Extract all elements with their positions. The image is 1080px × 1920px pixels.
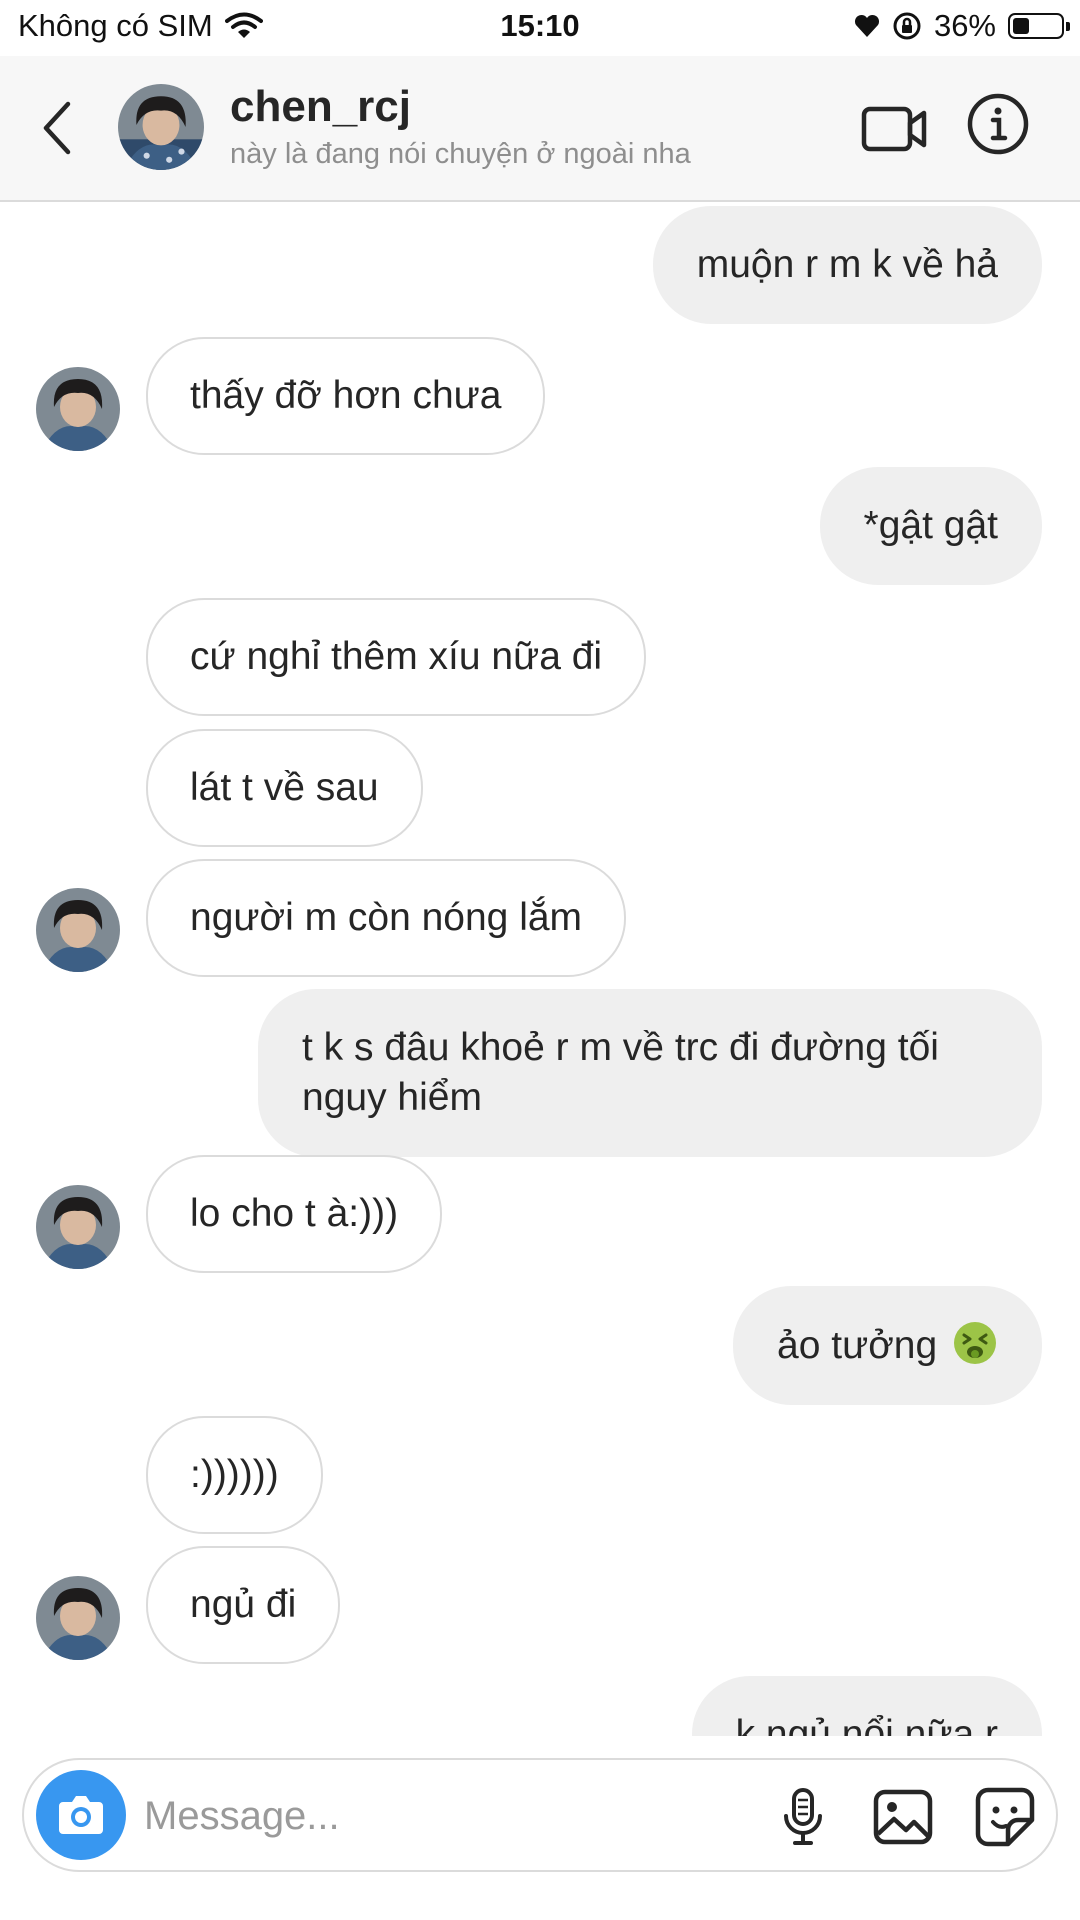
message-text: :)))))) [190,1453,279,1496]
chat-header: chen_rcj này là đang nói chuyện ở ngoài … [0,56,1080,202]
info-icon [967,93,1029,155]
message-composer [22,1758,1058,1872]
message-bubble-incoming[interactable]: lát t về sau [146,729,423,847]
info-button[interactable] [966,92,1030,156]
avatar-image [36,1576,120,1660]
contact-username[interactable]: chen_rcj [230,82,411,132]
camera-icon [59,1796,103,1834]
message-text: muộn r m k về hả [696,243,998,286]
heart-icon [854,14,879,37]
voice-message-button[interactable] [772,1786,834,1848]
microphone-icon [784,1788,822,1845]
avatar-image [36,888,120,972]
back-button[interactable] [34,96,82,160]
avatar-image [36,1185,120,1269]
message-bubble-outgoing[interactable]: *gật gật [819,467,1042,585]
profile-avatar[interactable] [118,84,204,170]
avatar-image [118,84,204,170]
sender-avatar[interactable] [36,1576,120,1660]
nauseated-face-emoji [954,1322,996,1364]
message-text: lát t về sau [190,766,379,809]
message-bubble-incoming[interactable]: ngủ đi [146,1546,341,1664]
avatar-image [36,367,120,451]
video-call-button[interactable] [860,96,930,160]
message-bubble-incoming[interactable]: lo cho t à:))) [146,1155,443,1273]
message-input[interactable] [142,1782,706,1850]
message-bubble-incoming[interactable]: :)))))) [146,1416,323,1534]
sticker-button[interactable] [974,1786,1036,1848]
message-bubble-outgoing[interactable]: t k s đâu khoẻ r m về trc đi đường tối n… [258,989,1042,1157]
message-text: ảo tưởng [777,1324,938,1367]
message-bubble-incoming[interactable]: người m còn nóng lắm [146,859,627,977]
sticker-icon [975,1787,1035,1847]
image-icon [873,1789,933,1845]
message-bubble-outgoing[interactable]: muộn r m k về hả [652,206,1042,324]
message-text: cứ nghỉ thêm xíu nữa đi [190,635,603,678]
gallery-button[interactable] [872,1786,934,1848]
camera-button[interactable] [36,1770,126,1860]
message-text: lo cho t à:))) [190,1192,399,1235]
battery-icon [1008,13,1070,39]
message-text: t k s đâu khoẻ r m về trc đi đường tối n… [302,1026,939,1119]
sender-avatar[interactable] [36,888,120,972]
message-text: người m còn nóng lắm [190,896,583,939]
message-bubble-incoming[interactable]: cứ nghỉ thêm xíu nữa đi [146,598,647,716]
battery-level [1013,18,1029,34]
orientation-lock-icon [893,12,921,40]
contact-status: này là đang nói chuyện ở ngoài nha [230,138,691,170]
sender-avatar[interactable] [36,1185,120,1269]
message-text: ngủ đi [190,1583,297,1626]
message-bubble-outgoing[interactable]: ảo tưởng [733,1286,1042,1405]
message-text: thấy đỡ hơn chưa [190,374,502,417]
status-right: 36% [854,8,1070,44]
sender-avatar[interactable] [36,367,120,451]
message-thread[interactable]: muộn r m k về hả thấy đỡ hơn chưa *gật g… [0,202,1080,1736]
video-camera-icon [861,106,927,152]
chevron-left-icon [43,101,71,155]
status-bar: Không có SIM 15:10 36% [0,0,1080,56]
message-bubble-incoming[interactable]: thấy đỡ hơn chưa [146,337,546,455]
battery-percent: 36% [933,8,996,43]
message-bubble-outgoing[interactable]: k ngủ nổi nữa r [691,1676,1042,1736]
message-text: k ngủ nổi nữa r [735,1713,998,1736]
message-text: *gật gật [863,504,998,547]
